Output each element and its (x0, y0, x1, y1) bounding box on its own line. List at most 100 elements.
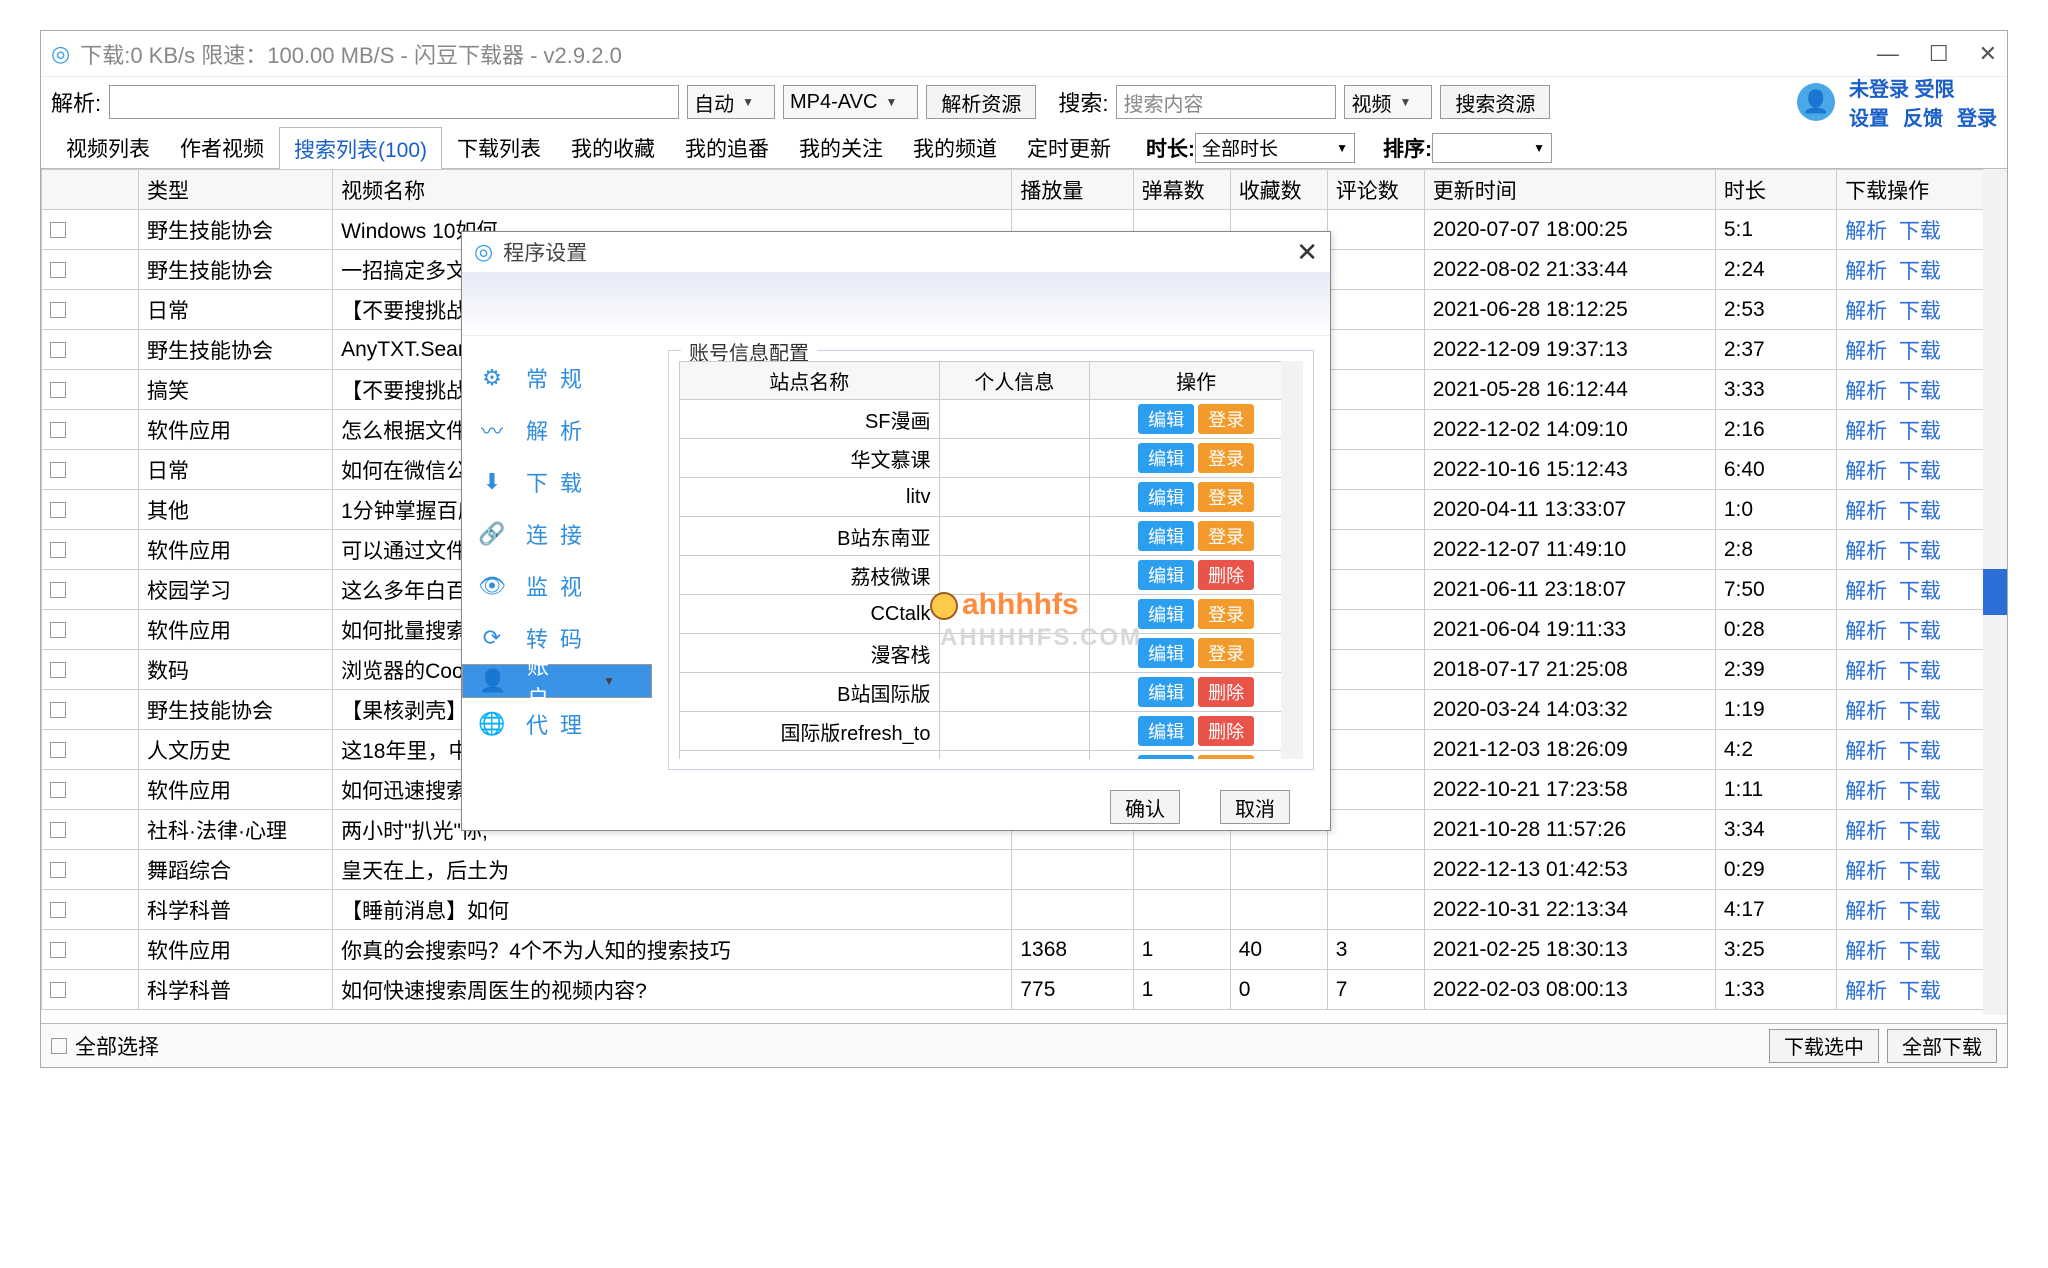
parse-link[interactable]: 解析 (1845, 380, 1887, 403)
cancel-button[interactable]: 取消 (1220, 790, 1290, 824)
delete-button[interactable]: 删除 (1198, 716, 1254, 746)
col-header-2[interactable]: 视频名称 (333, 170, 1012, 210)
parse-link[interactable]: 解析 (1845, 620, 1887, 643)
nav-item-2[interactable]: ⬇下载 (462, 456, 652, 508)
parse-link[interactable]: 解析 (1845, 420, 1887, 443)
parse-button[interactable]: 解析资源 (926, 85, 1036, 119)
row-checkbox[interactable] (50, 902, 66, 918)
download-link[interactable]: 下载 (1899, 900, 1941, 923)
download-selected-button[interactable]: 下载选中 (1769, 1029, 1879, 1063)
nav-item-0[interactable]: ⚙常规 (462, 352, 652, 404)
scrollbar[interactable] (1983, 169, 2007, 1015)
edit-button[interactable]: 编辑 (1138, 638, 1194, 668)
download-link[interactable]: 下载 (1899, 460, 1941, 483)
tab-1[interactable]: 作者视频 (165, 126, 279, 169)
tab-2[interactable]: 搜索列表(100) (279, 127, 442, 170)
search-input[interactable]: 搜索内容 (1116, 85, 1336, 119)
parse-link[interactable]: 解析 (1845, 820, 1887, 843)
parse-link[interactable]: 解析 (1845, 500, 1887, 523)
row-checkbox[interactable] (50, 742, 66, 758)
download-link[interactable]: 下载 (1899, 380, 1941, 403)
feedback-link[interactable]: 反馈 (1903, 102, 1943, 131)
parse-link[interactable]: 解析 (1845, 900, 1887, 923)
row-checkbox[interactable] (50, 662, 66, 678)
login-button[interactable]: 登录 (1198, 443, 1254, 473)
nav-item-1[interactable]: 〰解析 (462, 404, 652, 456)
download-link[interactable]: 下载 (1899, 500, 1941, 523)
row-checkbox[interactable] (50, 822, 66, 838)
ok-button[interactable]: 确认 (1110, 790, 1180, 824)
tab-0[interactable]: 视频列表 (51, 126, 165, 169)
tab-3[interactable]: 下载列表 (442, 126, 556, 169)
row-checkbox[interactable] (50, 622, 66, 638)
edit-button[interactable]: 编辑 (1138, 599, 1194, 629)
login-link[interactable]: 登录 (1957, 102, 1997, 131)
col-header-5[interactable]: 收藏数 (1230, 170, 1327, 210)
nav-item-6[interactable]: 👤账户 (462, 664, 652, 698)
download-all-button[interactable]: 全部下载 (1887, 1029, 1997, 1063)
accounts-scrollbar[interactable] (1281, 361, 1303, 759)
download-link[interactable]: 下载 (1899, 300, 1941, 323)
login-button[interactable]: 登录 (1198, 599, 1254, 629)
col-header-6[interactable]: 评论数 (1327, 170, 1424, 210)
parse-link[interactable]: 解析 (1845, 700, 1887, 723)
parse-link[interactable]: 解析 (1845, 300, 1887, 323)
download-link[interactable]: 下载 (1899, 420, 1941, 443)
minimize-button[interactable]: — (1877, 41, 1899, 67)
search-button[interactable]: 搜索资源 (1440, 85, 1550, 119)
tab-4[interactable]: 我的收藏 (556, 126, 670, 169)
auto-select[interactable]: 自动 (687, 85, 775, 119)
parse-link[interactable]: 解析 (1845, 460, 1887, 483)
download-link[interactable]: 下载 (1899, 860, 1941, 883)
download-link[interactable]: 下载 (1899, 980, 1941, 1003)
download-link[interactable]: 下载 (1899, 260, 1941, 283)
parse-link[interactable]: 解析 (1845, 780, 1887, 803)
close-button[interactable]: ✕ (1979, 41, 1997, 67)
parse-link[interactable]: 解析 (1845, 860, 1887, 883)
parse-link[interactable]: 解析 (1845, 540, 1887, 563)
row-checkbox[interactable] (50, 422, 66, 438)
search-type-select[interactable]: 视频 (1344, 85, 1432, 119)
login-button[interactable]: 登录 (1198, 404, 1254, 434)
edit-button[interactable]: 编辑 (1138, 482, 1194, 512)
edit-button[interactable]: 编辑 (1138, 404, 1194, 434)
edit-button[interactable]: 编辑 (1138, 521, 1194, 551)
row-checkbox[interactable] (50, 542, 66, 558)
edit-button[interactable]: 编辑 (1138, 755, 1194, 759)
row-checkbox[interactable] (50, 862, 66, 878)
col-header-9[interactable]: 下载操作 (1837, 170, 2007, 210)
row-checkbox[interactable] (50, 262, 66, 278)
row-checkbox[interactable] (50, 702, 66, 718)
edit-button[interactable]: 编辑 (1138, 716, 1194, 746)
login-button[interactable]: 登录 (1198, 482, 1254, 512)
nav-item-4[interactable]: 👁监视 (462, 560, 652, 612)
parse-link[interactable]: 解析 (1845, 740, 1887, 763)
download-link[interactable]: 下载 (1899, 620, 1941, 643)
edit-button[interactable]: 编辑 (1138, 677, 1194, 707)
parse-url-input[interactable] (109, 85, 679, 119)
download-link[interactable]: 下载 (1899, 220, 1941, 243)
parse-link[interactable]: 解析 (1845, 220, 1887, 243)
table-row[interactable]: 软件应用你真的会搜索吗？4个不为人知的搜索技巧136814032021-02-2… (42, 930, 2007, 970)
download-link[interactable]: 下载 (1899, 740, 1941, 763)
col-header-7[interactable]: 更新时间 (1424, 170, 1715, 210)
avatar[interactable]: 👤 (1797, 83, 1835, 121)
download-link[interactable]: 下载 (1899, 540, 1941, 563)
parse-link[interactable]: 解析 (1845, 660, 1887, 683)
tab-5[interactable]: 我的追番 (670, 126, 784, 169)
parse-link[interactable]: 解析 (1845, 940, 1887, 963)
download-link[interactable]: 下载 (1899, 660, 1941, 683)
table-row[interactable]: 舞蹈综合皇天在上，后土为2022-12-13 01:42:530:29解析 下载 (42, 850, 2007, 890)
tab-8[interactable]: 定时更新 (1012, 126, 1126, 169)
delete-button[interactable]: 删除 (1198, 677, 1254, 707)
edit-button[interactable]: 编辑 (1138, 443, 1194, 473)
dialog-close-button[interactable]: ✕ (1296, 237, 1318, 268)
col-header-0[interactable] (42, 170, 139, 210)
login-button[interactable]: 登录 (1198, 521, 1254, 551)
col-header-1[interactable]: 类型 (139, 170, 333, 210)
format-select[interactable]: MP4-AVC (783, 85, 918, 119)
login-button[interactable]: 登录 (1198, 638, 1254, 668)
select-all-checkbox[interactable] (51, 1038, 67, 1054)
row-checkbox[interactable] (50, 462, 66, 478)
scrollbar-thumb[interactable] (1983, 569, 2007, 615)
